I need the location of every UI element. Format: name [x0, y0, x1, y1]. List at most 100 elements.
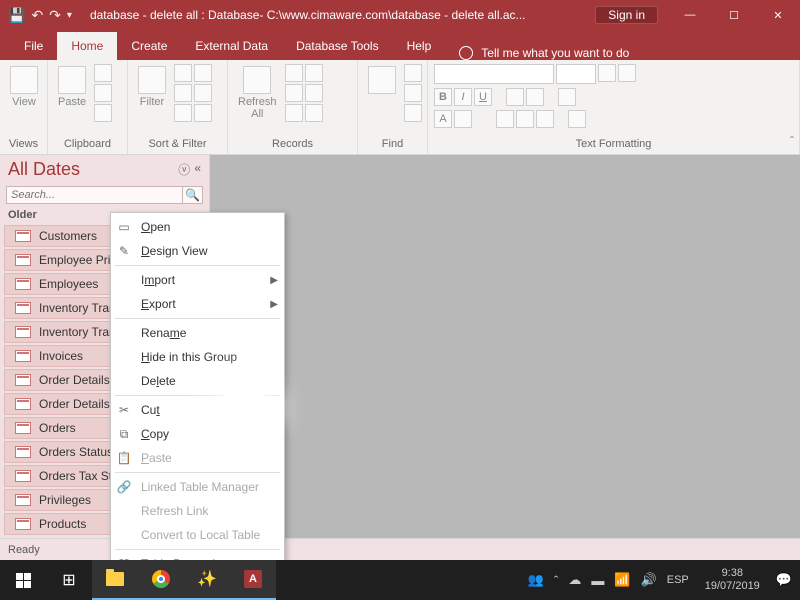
alt-row-icon[interactable]: [568, 110, 586, 128]
language-indicator[interactable]: ESP: [667, 574, 689, 586]
table-icon: [15, 326, 31, 338]
taskbar-explorer[interactable]: [92, 560, 138, 600]
ctx-hide[interactable]: Hide in this Group: [111, 345, 284, 369]
filter-icon: [138, 66, 166, 94]
font-color-icon[interactable]: A: [434, 110, 452, 128]
minimize-button[interactable]: ―: [668, 0, 712, 30]
ctx-export[interactable]: Export▶: [111, 292, 284, 316]
ctx-paste: 📋Paste: [111, 446, 284, 470]
find-button[interactable]: [364, 64, 400, 96]
ctx-convert-local: Convert to Local Table: [111, 523, 284, 547]
windows-icon: [16, 573, 31, 588]
sort-asc-icon[interactable]: [174, 64, 192, 82]
tab-file[interactable]: File: [10, 32, 57, 60]
task-view-button[interactable]: ⊞: [46, 560, 92, 600]
align-left-icon[interactable]: [496, 110, 514, 128]
ctx-import[interactable]: Import▶: [111, 268, 284, 292]
gridlines-icon[interactable]: [558, 88, 576, 106]
ctx-cut[interactable]: ✂Cut: [111, 398, 284, 422]
selection-icon[interactable]: [194, 64, 212, 82]
taskbar-chrome[interactable]: [138, 560, 184, 600]
qat-dropdown-icon[interactable]: ▾: [67, 10, 72, 21]
onedrive-icon[interactable]: ☁: [568, 572, 581, 588]
advanced-icon[interactable]: [194, 84, 212, 102]
bold-icon[interactable]: B: [434, 88, 452, 106]
taskbar-app[interactable]: ✨: [184, 560, 230, 600]
taskbar-access[interactable]: A: [230, 560, 276, 600]
start-button[interactable]: [0, 560, 46, 600]
more-icon[interactable]: [305, 104, 323, 122]
outdent-icon[interactable]: [506, 88, 524, 106]
font-family-combo[interactable]: [434, 64, 554, 84]
redo-icon[interactable]: ↷: [49, 7, 61, 24]
remove-sort-icon[interactable]: [174, 104, 192, 122]
align-center-icon[interactable]: [516, 110, 534, 128]
view-button[interactable]: View: [6, 64, 42, 110]
font-size-combo[interactable]: [556, 64, 596, 84]
cut-icon[interactable]: [94, 64, 112, 82]
delete-rec-icon[interactable]: [285, 104, 303, 122]
sign-in-button[interactable]: Sign in: [595, 6, 658, 24]
tab-external-data[interactable]: External Data: [181, 32, 282, 60]
people-icon[interactable]: 👥: [528, 572, 544, 588]
table-icon: [15, 374, 31, 386]
maximize-button[interactable]: ☐: [712, 0, 756, 30]
tray-chevron-icon[interactable]: ˆ: [554, 573, 558, 588]
nav-search-input[interactable]: [6, 186, 183, 204]
wifi-icon[interactable]: 📶: [614, 572, 630, 588]
tab-help[interactable]: Help: [393, 32, 446, 60]
replace-icon[interactable]: [404, 64, 422, 82]
paste-icon: 📋: [115, 449, 133, 467]
battery-icon[interactable]: ▬: [591, 573, 604, 588]
undo-icon[interactable]: ↶: [31, 7, 43, 24]
group-sort-filter: Sort & Filter: [134, 136, 221, 152]
paste-button[interactable]: Paste: [54, 64, 90, 110]
document-area: [210, 155, 800, 560]
toggle-filter-icon[interactable]: [194, 104, 212, 122]
indent-inc-icon[interactable]: [618, 64, 636, 82]
tell-me-box[interactable]: Tell me what you want to do: [445, 46, 643, 60]
tab-create[interactable]: Create: [117, 32, 181, 60]
taskbar-clock[interactable]: 9:38 19/07/2019: [699, 567, 766, 593]
nav-header-title: All Dates: [8, 159, 80, 180]
notifications-icon[interactable]: 💬: [776, 572, 792, 588]
copy-icon[interactable]: [94, 84, 112, 102]
ctx-delete[interactable]: Delete: [111, 369, 284, 393]
ctx-open[interactable]: ▭Open: [111, 215, 284, 239]
table-icon: [15, 278, 31, 290]
save-icon[interactable]: 💾: [8, 7, 25, 24]
indent-icon[interactable]: [526, 88, 544, 106]
select-icon[interactable]: [404, 104, 422, 122]
ctx-copy[interactable]: ⧉Copy: [111, 422, 284, 446]
new-icon[interactable]: [285, 64, 303, 82]
align-right-icon[interactable]: [536, 110, 554, 128]
totals-icon[interactable]: [305, 64, 323, 82]
tab-database-tools[interactable]: Database Tools: [282, 32, 393, 60]
tab-home[interactable]: Home: [57, 32, 117, 60]
ribbon: View Views Paste Clipboard Filter Sort &…: [0, 60, 800, 155]
search-icon[interactable]: 🔍: [183, 186, 203, 204]
ctx-design-view[interactable]: ✎Design View: [111, 239, 284, 263]
spelling-icon[interactable]: [305, 84, 323, 102]
sort-desc-icon[interactable]: [174, 84, 192, 102]
italic-icon[interactable]: I: [454, 88, 472, 106]
access-icon: A: [244, 570, 262, 588]
save-rec-icon[interactable]: [285, 84, 303, 102]
fill-color-icon[interactable]: [454, 110, 472, 128]
refresh-all-button[interactable]: Refresh All: [234, 64, 281, 122]
close-button[interactable]: ✕: [756, 0, 800, 30]
table-icon: [15, 230, 31, 242]
nav-header[interactable]: All Dates ⓥ «: [0, 155, 209, 184]
filter-button[interactable]: Filter: [134, 64, 170, 110]
volume-icon[interactable]: 🔊: [641, 572, 657, 588]
ctx-rename[interactable]: Rename: [111, 321, 284, 345]
goto-icon[interactable]: [404, 84, 422, 102]
indent-dec-icon[interactable]: [598, 64, 616, 82]
underline-icon[interactable]: U: [474, 88, 492, 106]
cut-icon: ✂: [115, 401, 133, 419]
nav-shutter-icon[interactable]: «: [194, 161, 201, 178]
format-painter-icon[interactable]: [94, 104, 112, 122]
design-icon: ✎: [115, 242, 133, 260]
collapse-ribbon-icon[interactable]: ˆ: [790, 134, 794, 148]
nav-dropdown-icon[interactable]: ⓥ: [178, 161, 190, 178]
